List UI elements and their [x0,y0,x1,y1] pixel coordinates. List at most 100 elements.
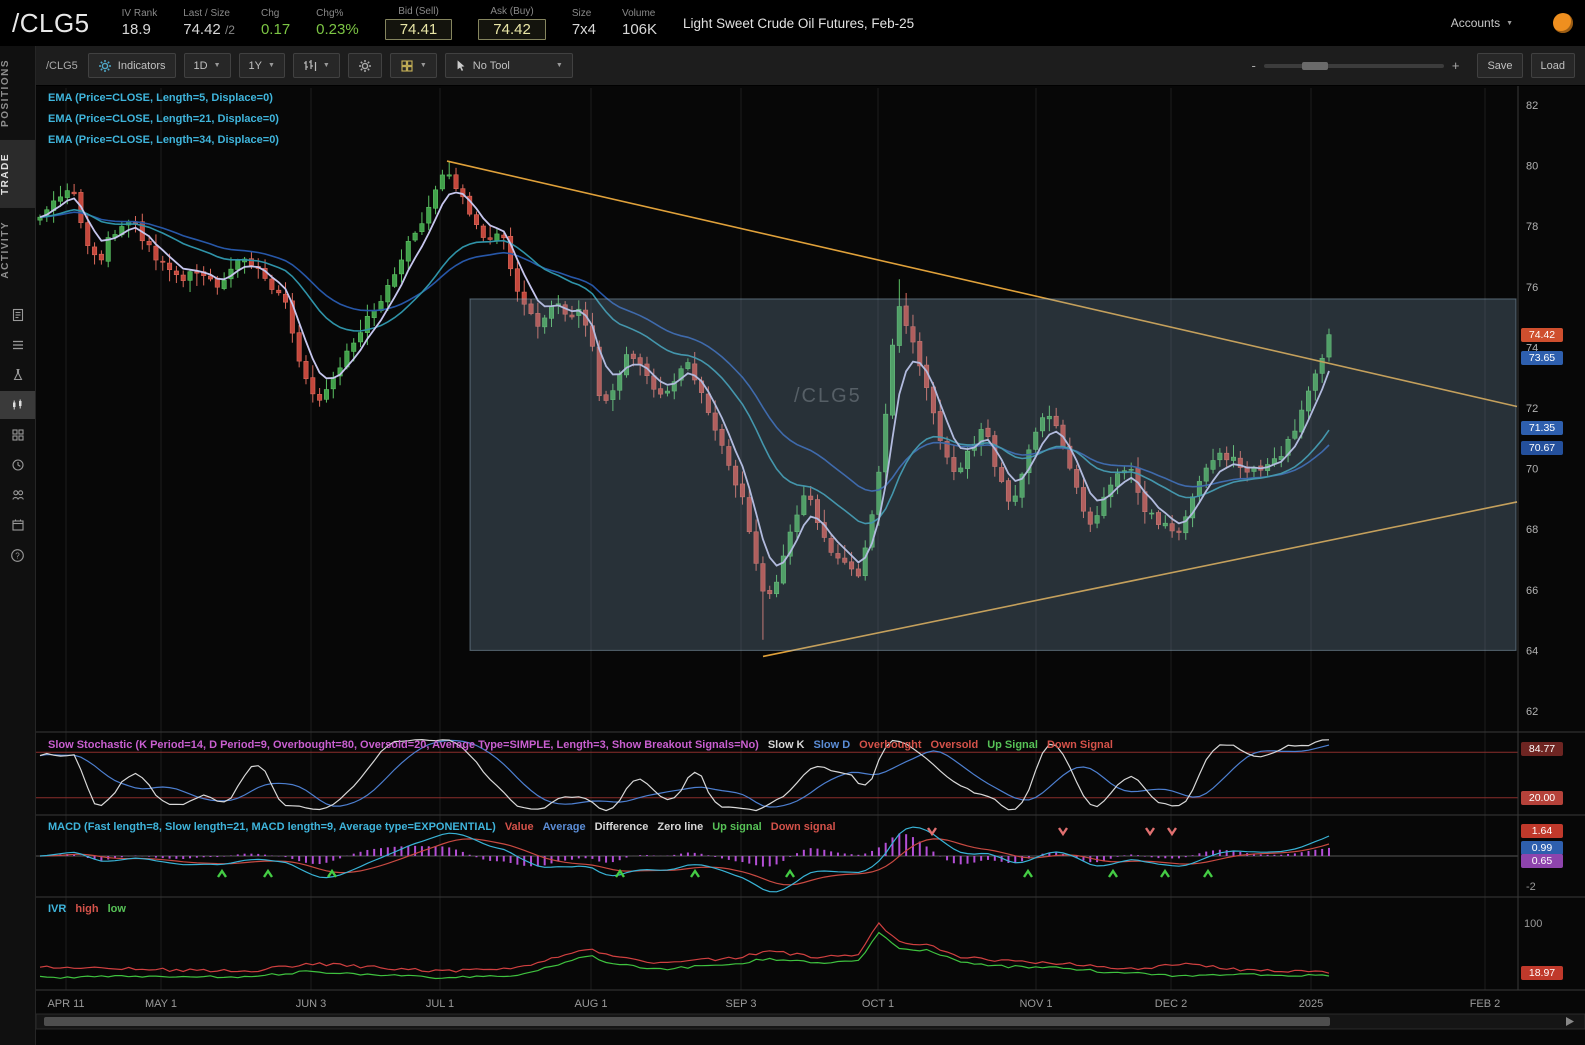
sidebar-tab-positions[interactable]: POSITIONS [0,46,35,140]
drawing-tool-dropdown[interactable]: No Tool ▼ [445,53,573,78]
indicators-button[interactable]: Indicators [88,53,176,78]
svg-text:NOV 1: NOV 1 [1019,998,1052,1010]
calendar-icon[interactable] [0,511,35,539]
stoch-legend: Slow Stochastic (K Period=14, D Period=9… [48,739,1113,751]
range-dropdown[interactable]: 1Y▼ [239,53,285,78]
sidebar-tab-activity[interactable]: ACTIVITY [0,208,35,292]
analyze-icon[interactable] [0,361,35,389]
macd-value-badge: 1.64 [1521,824,1563,838]
ask-button[interactable]: 74.42 [478,19,546,40]
stoch-value-badge: 84.77 [1521,742,1563,756]
zoom-control: - + [1252,58,1460,73]
legend-item: IVR [48,903,66,915]
bid-field: Bid (Sell) 74.41 [385,6,453,40]
toolbar-symbol-label: /CLG5 [46,60,78,72]
change-pct-value: 0.23% [316,21,359,38]
legend-item: Slow D [814,739,851,751]
instrument-name: Light Sweet Crude Oil Futures, Feb-25 [683,16,914,31]
legend-item: Difference [595,821,649,833]
field-label: IV Rank [122,8,158,19]
chart-canvas[interactable]: /CLG582807876747270686664620-2100APR 11M… [36,86,1585,1045]
ema21-label: EMA (Price=CLOSE, Length=21, Displace=0) [48,109,279,130]
chart-type-dropdown[interactable]: ▼ [293,53,340,78]
legend-item: Down signal [771,821,836,833]
macd-legend: MACD (Fast length=8, Slow length=21, MAC… [48,821,836,833]
chevron-down-icon: ▼ [268,62,275,69]
svg-text:100: 100 [1524,918,1542,930]
load-button[interactable]: Load [1531,53,1575,78]
app-logo-icon[interactable] [1553,13,1573,33]
bid-button[interactable]: 74.41 [385,19,453,40]
community-icon[interactable] [0,481,35,509]
zoom-slider-thumb[interactable] [1302,62,1328,70]
legend-item: low [108,903,126,915]
last-price-badge: 74.42 [1521,328,1563,342]
report-icon[interactable] [0,301,35,329]
legend-item: Average [543,821,586,833]
accounts-dropdown[interactable]: Accounts▼ [1451,16,1513,30]
field-label: Last / Size [183,8,235,19]
legend-item: Up signal [712,821,762,833]
svg-text:FEB 2: FEB 2 [1470,998,1501,1010]
chevron-down-icon: ▼ [1506,20,1513,27]
svg-text:2025: 2025 [1299,998,1323,1010]
zoom-in-button[interactable]: + [1452,58,1460,73]
svg-text:AUG 1: AUG 1 [574,998,607,1010]
chevron-down-icon: ▼ [323,62,330,69]
ask-field: Ask (Buy) 74.42 [478,6,546,40]
field-label: Size [572,8,596,19]
grid-icon [400,59,414,73]
quote-header: /CLG5 IV Rank 18.9 Last / Size 74.42 /2 … [0,0,1585,46]
field-label: Chg% [316,8,359,19]
volume-value: 106K [622,21,657,38]
gear-icon [358,59,372,73]
sidebar-tab-trade[interactable]: TRADE [0,140,35,208]
left-sidebar: POSITIONS TRADE ACTIVITY [0,46,36,1045]
legend-item: Down Signal [1047,739,1113,751]
field-label: Chg [261,8,290,19]
apps-icon[interactable] [0,421,35,449]
svg-text:?: ? [15,551,20,560]
scrollbar-thumb[interactable] [44,1017,1330,1026]
zoom-slider[interactable] [1264,64,1444,68]
legend-item: Overbought [859,739,921,751]
settings-button[interactable] [348,53,382,78]
legend-item: Value [505,821,534,833]
chart-area: /CLG582807876747270686664620-2100APR 11M… [36,86,1585,1045]
symbol-title: /CLG5 [12,8,90,39]
chart-icon[interactable] [0,391,35,419]
chevron-down-icon: ▼ [420,62,427,69]
svg-text:68: 68 [1526,524,1538,536]
timeframe-dropdown[interactable]: 1D▼ [184,53,231,78]
svg-text:APR 11: APR 11 [47,998,84,1010]
field-label: Volume [622,8,657,19]
selection-box[interactable] [470,299,1516,650]
iv-rank-value: 18.9 [122,21,158,38]
zoom-out-button[interactable]: - [1252,58,1256,73]
svg-text:JUL 1: JUL 1 [426,998,454,1010]
grid-layout-dropdown[interactable]: ▼ [390,53,437,78]
svg-text:SEP 3: SEP 3 [726,998,757,1010]
clock-icon[interactable] [0,451,35,479]
sidebar-icon-rail: ? [0,301,35,569]
help-icon[interactable]: ? [0,541,35,569]
svg-text:82: 82 [1526,100,1538,112]
stoch-value-badge: 20.00 [1521,791,1563,805]
field-label: Bid (Sell) [385,6,453,17]
orders-icon[interactable] [0,331,35,359]
svg-text:66: 66 [1526,585,1538,597]
trading-platform-window: /CLG5 IV Rank 18.9 Last / Size 74.42 /2 … [0,0,1585,1045]
svg-text:-2: -2 [1526,881,1536,893]
chevron-down-icon: ▼ [556,62,563,69]
svg-text:OCT 1: OCT 1 [862,998,894,1010]
ohlc-bars-icon [303,59,317,72]
chevron-down-icon: ▼ [214,62,221,69]
macd-value-badge: 0.99 [1521,841,1563,855]
chart-toolbar: /CLG5 Indicators 1D▼ 1Y▼ ▼ ▼ [36,46,1585,86]
ivr-value-badge: 18.97 [1521,966,1563,980]
save-button[interactable]: Save [1477,53,1522,78]
svg-text:DEC 2: DEC 2 [1155,998,1187,1010]
svg-text:80: 80 [1526,161,1538,173]
ema-value-badge: 73.65 [1521,351,1563,365]
indicators-gear-icon [98,59,112,73]
